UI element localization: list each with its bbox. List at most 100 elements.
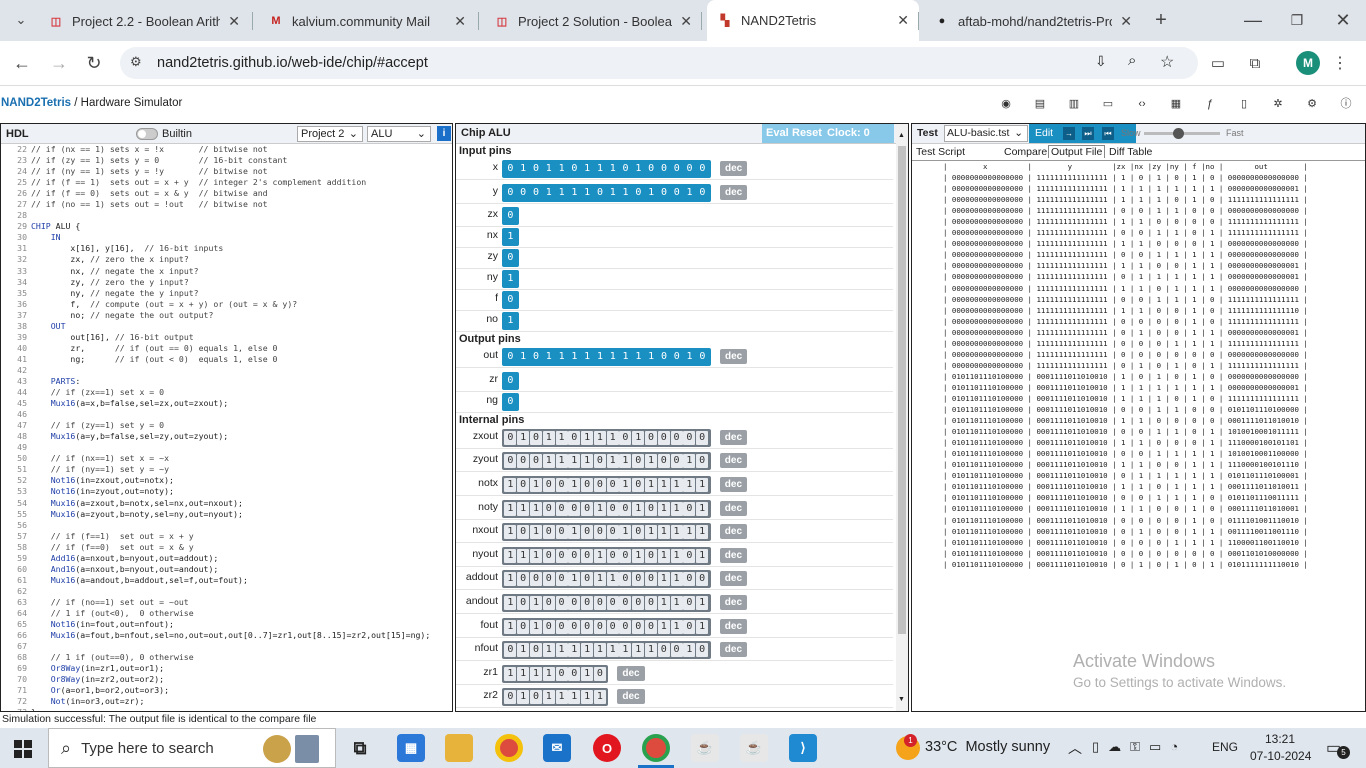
pin-bit[interactable]: 0: [504, 162, 517, 176]
pin-bit[interactable]: 0: [593, 454, 606, 469]
pin-bit[interactable]: 0: [606, 501, 619, 516]
tab-diff-table[interactable]: Diff Table: [1109, 146, 1152, 158]
pin-bit[interactable]: 1: [657, 501, 670, 516]
pin-bit[interactable]: 0: [530, 186, 543, 200]
code-line[interactable]: 26// if (f == 0) sets out = x & y // bit…: [1, 188, 452, 199]
pin-bit[interactable]: 1: [568, 643, 581, 658]
pin-bit[interactable]: 1: [696, 501, 709, 516]
code-line[interactable]: 66 Mux16(a=fout,b=nfout,sel=no,out=out,o…: [1, 630, 452, 641]
tab-output-file[interactable]: Output File: [1048, 145, 1106, 158]
close-icon[interactable]: ✕: [454, 13, 466, 30]
pin-value[interactable]: 1110000100101101: [502, 499, 711, 518]
pin-bit[interactable]: 0: [555, 572, 568, 587]
pin-value[interactable]: 0: [502, 291, 519, 310]
pin-bit[interactable]: 0: [555, 596, 568, 610]
pin-bit[interactable]: 1: [517, 643, 530, 658]
pin-bit[interactable]: 1: [504, 501, 517, 516]
dec-toggle-button[interactable]: dec: [720, 349, 748, 365]
pin-value[interactable]: 0101111111110010: [502, 641, 711, 660]
pin-bit[interactable]: 0: [594, 186, 607, 200]
chip-icon[interactable]: ◉: [999, 97, 1013, 111]
pin-bit[interactable]: 1: [504, 272, 517, 286]
pin-bit[interactable]: 1: [529, 666, 542, 681]
code-line[interactable]: 38 OUT: [1, 321, 452, 332]
pin-bit[interactable]: 0: [581, 619, 594, 634]
pin-bit[interactable]: 0: [504, 251, 517, 265]
avatar[interactable]: M: [1296, 51, 1320, 75]
pin-bit[interactable]: 1: [542, 350, 555, 364]
pin-bit[interactable]: 0: [644, 548, 657, 563]
pin-bit[interactable]: 0: [658, 162, 671, 176]
pin-value[interactable]: 1: [502, 228, 519, 247]
pin-value[interactable]: 0: [502, 392, 519, 411]
pin-value[interactable]: 0: [502, 371, 519, 390]
brand-link[interactable]: NAND2Tetris: [1, 97, 71, 109]
pin-bit[interactable]: 1: [632, 501, 645, 516]
pin-bit[interactable]: 1: [683, 643, 696, 658]
code-line[interactable]: 52 Not16(in=zxout,out=notx);: [1, 475, 452, 486]
pin-bit[interactable]: 1: [606, 643, 619, 658]
pin-bit[interactable]: 0: [658, 350, 671, 364]
pin-bit[interactable]: 0: [606, 478, 619, 492]
pin-bit[interactable]: 0: [619, 548, 632, 563]
back-icon[interactable]: ←: [9, 50, 35, 76]
pin-bit[interactable]: 1: [606, 162, 619, 176]
pin-bit[interactable]: 1: [581, 430, 594, 445]
pin-bit[interactable]: 0: [568, 430, 581, 445]
pin-bit[interactable]: 0: [619, 501, 632, 516]
pin-bit[interactable]: 0: [632, 596, 645, 610]
pin-bit[interactable]: 0: [517, 186, 530, 200]
dec-toggle-button[interactable]: dec: [719, 500, 748, 516]
pin-bit[interactable]: 1: [529, 596, 542, 610]
pin-bit[interactable]: 1: [606, 454, 619, 469]
tab-search-button[interactable]: ⌄: [8, 7, 34, 33]
pin-bit[interactable]: 0: [683, 596, 696, 610]
weather-text[interactable]: 33°C Mostly sunny: [925, 739, 1050, 755]
pin-bit[interactable]: 1: [555, 162, 568, 176]
code-line[interactable]: 28: [1, 210, 452, 221]
pin-bit[interactable]: 1: [517, 350, 530, 364]
pin-bit[interactable]: 1: [683, 454, 696, 469]
pin-bit[interactable]: 0: [696, 454, 709, 469]
bug-icon[interactable]: ✲: [1271, 97, 1285, 111]
code-line[interactable]: 55 Mux16(a=zyout,b=noty,sel=ny,out=nyout…: [1, 509, 452, 520]
pin-bit[interactable]: 0: [632, 572, 645, 587]
asm-icon[interactable]: ▥: [1067, 97, 1081, 111]
pin-bit[interactable]: 0: [504, 209, 517, 223]
pin-bit[interactable]: 0: [658, 186, 671, 200]
pin-bit[interactable]: 0: [632, 619, 645, 634]
close-icon[interactable]: ✕: [228, 13, 240, 30]
pin-bit[interactable]: 1: [683, 186, 696, 200]
pin-bit[interactable]: 1: [696, 619, 709, 634]
pin-bit[interactable]: 0: [644, 430, 657, 445]
pin-bit[interactable]: 0: [529, 643, 542, 658]
cpu-icon[interactable]: ▤: [1033, 97, 1047, 111]
pin-bit[interactable]: 0: [517, 478, 530, 492]
code-line[interactable]: 24// if (ny == 1) sets y = !y // bitwise…: [1, 166, 452, 177]
pin-bit[interactable]: 1: [504, 619, 517, 634]
pin-bit[interactable]: 1: [696, 596, 709, 610]
code-line[interactable]: 59 Add16(a=nxout,b=nyout,out=addout);: [1, 553, 452, 564]
pin-bit[interactable]: 0: [555, 501, 568, 516]
pin-bit[interactable]: 1: [529, 548, 542, 563]
code-line[interactable]: 64 // 1 if (out<0), 0 otherwise: [1, 608, 452, 619]
code-line[interactable]: 68 // 1 if (out==0), 0 otherwise: [1, 652, 452, 663]
pin-bit[interactable]: 0: [504, 430, 517, 445]
code-line[interactable]: 25// if (f == 1) sets out = x + y // int…: [1, 177, 452, 188]
pin-bit[interactable]: 0: [619, 596, 632, 610]
extensions-icon[interactable]: ⧉: [1243, 51, 1267, 75]
code-line[interactable]: 29 CHIP ALU {: [1, 221, 452, 232]
pin-value[interactable]: 1000010110001100: [502, 570, 711, 589]
pin-value[interactable]: 1: [502, 312, 519, 331]
pin-value[interactable]: 1010010001011111: [502, 523, 711, 542]
code-line[interactable]: 42: [1, 365, 452, 376]
pin-bit[interactable]: 1: [696, 548, 709, 563]
pin-bit[interactable]: 0: [683, 162, 696, 176]
code-line[interactable]: 22// if (nx == 1) sets x = !x // bitwise…: [1, 144, 452, 155]
pin-bit[interactable]: 0: [670, 350, 683, 364]
pin-bit[interactable]: 1: [542, 430, 555, 445]
pin-bit[interactable]: 0: [657, 454, 670, 469]
pin-bit[interactable]: 1: [657, 548, 670, 563]
browser-tab[interactable]: ● aftab-mohd/nand2tetris-Pro ✕: [924, 6, 1142, 36]
pin-bit[interactable]: 1: [657, 478, 670, 492]
